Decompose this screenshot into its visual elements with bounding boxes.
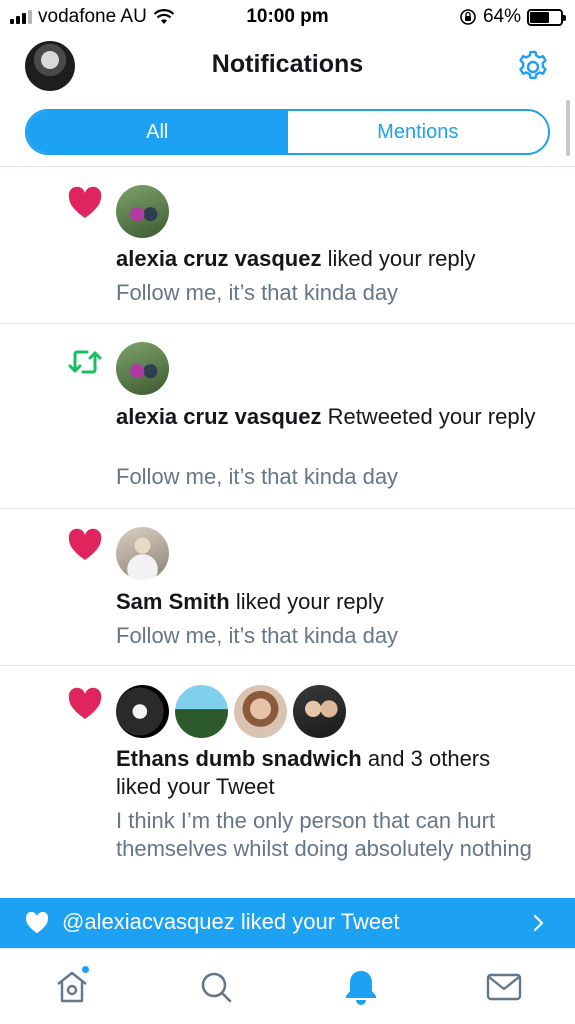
battery-percent: 64% <box>482 6 521 27</box>
gear-icon[interactable] <box>515 49 551 85</box>
heart-icon <box>25 911 49 934</box>
heart-icon <box>68 186 102 218</box>
battery-group: 64% <box>459 6 566 28</box>
tweet-snippet: I think I’m the only person that can hur… <box>116 808 532 861</box>
mail-icon <box>486 973 522 1001</box>
battery-icon <box>527 8 566 26</box>
scroll-indicator <box>566 100 570 156</box>
tab-mentions[interactable]: Mentions <box>287 111 548 153</box>
notification-item[interactable]: Sam Smith liked your reply Follow me, it… <box>0 509 575 666</box>
tweet-snippet: Follow me, it’s that kinda day <box>116 623 399 648</box>
avatar[interactable] <box>116 185 169 238</box>
action-text: liked your reply <box>321 246 476 271</box>
notification-text: alexia cruz vasquez Retweeted your reply <box>116 403 536 431</box>
status-bar: vodafone AU 10:00 pm 64% <box>0 0 575 34</box>
tab-notifications[interactable] <box>341 967 381 1007</box>
avatar-group <box>116 185 169 238</box>
notification-text: Ethans dumb snadwich and 3 others liked … <box>116 745 536 801</box>
actor-name[interactable]: alexia cruz vasquez <box>116 246 321 271</box>
tweet-snippet: Follow me, it’s that kinda day <box>116 280 399 305</box>
tab-search[interactable] <box>196 967 236 1007</box>
action-text: Retweeted your reply <box>321 404 536 429</box>
home-badge <box>81 965 90 974</box>
page-title: Notifications <box>211 50 364 78</box>
tab-messages[interactable] <box>484 967 524 1007</box>
tab-home[interactable] <box>52 965 92 1007</box>
avatar[interactable] <box>116 527 169 580</box>
notification-filter-tabs: All Mentions <box>25 109 550 155</box>
avatar[interactable] <box>116 685 169 738</box>
notification-text: Sam Smith liked your reply <box>116 588 536 616</box>
notification-item[interactable]: alexia cruz vasquez liked your reply Fol… <box>0 167 575 324</box>
notification-text: alexia cruz vasquez liked your reply <box>116 245 536 273</box>
banner-text: @alexiacvasquez liked your Tweet <box>62 909 400 934</box>
bottom-tab-bar <box>0 948 575 1024</box>
actor-name[interactable]: Ethans dumb snadwich <box>116 746 362 771</box>
actor-name[interactable]: alexia cruz vasquez <box>116 404 321 429</box>
heart-icon <box>68 528 102 560</box>
avatar-group <box>116 685 346 738</box>
chevron-right-icon <box>533 914 544 932</box>
heart-icon <box>68 687 102 719</box>
action-text: liked your reply <box>229 589 384 614</box>
tweet-snippet: Follow me, it’s that kinda day <box>116 464 399 489</box>
avatar[interactable] <box>116 342 169 395</box>
bell-icon <box>346 971 376 1005</box>
avatar-group <box>116 527 169 580</box>
search-icon <box>201 972 232 1003</box>
avatar[interactable] <box>175 685 228 738</box>
actor-name[interactable]: Sam Smith <box>116 589 230 614</box>
avatar[interactable] <box>293 685 346 738</box>
header: Notifications <box>0 34 575 98</box>
battery-fill <box>530 11 550 23</box>
new-notification-banner[interactable]: @alexiacvasquez liked your Tweet <box>0 898 575 948</box>
notification-item[interactable]: alexia cruz vasquez Retweeted your reply… <box>0 324 575 509</box>
avatar[interactable] <box>234 685 287 738</box>
tab-all[interactable]: All <box>27 111 288 153</box>
retweet-icon <box>68 350 102 374</box>
rotation-lock-icon <box>460 9 476 25</box>
avatar-group <box>116 342 169 395</box>
notification-item[interactable]: Ethans dumb snadwich and 3 others liked … <box>0 666 575 898</box>
